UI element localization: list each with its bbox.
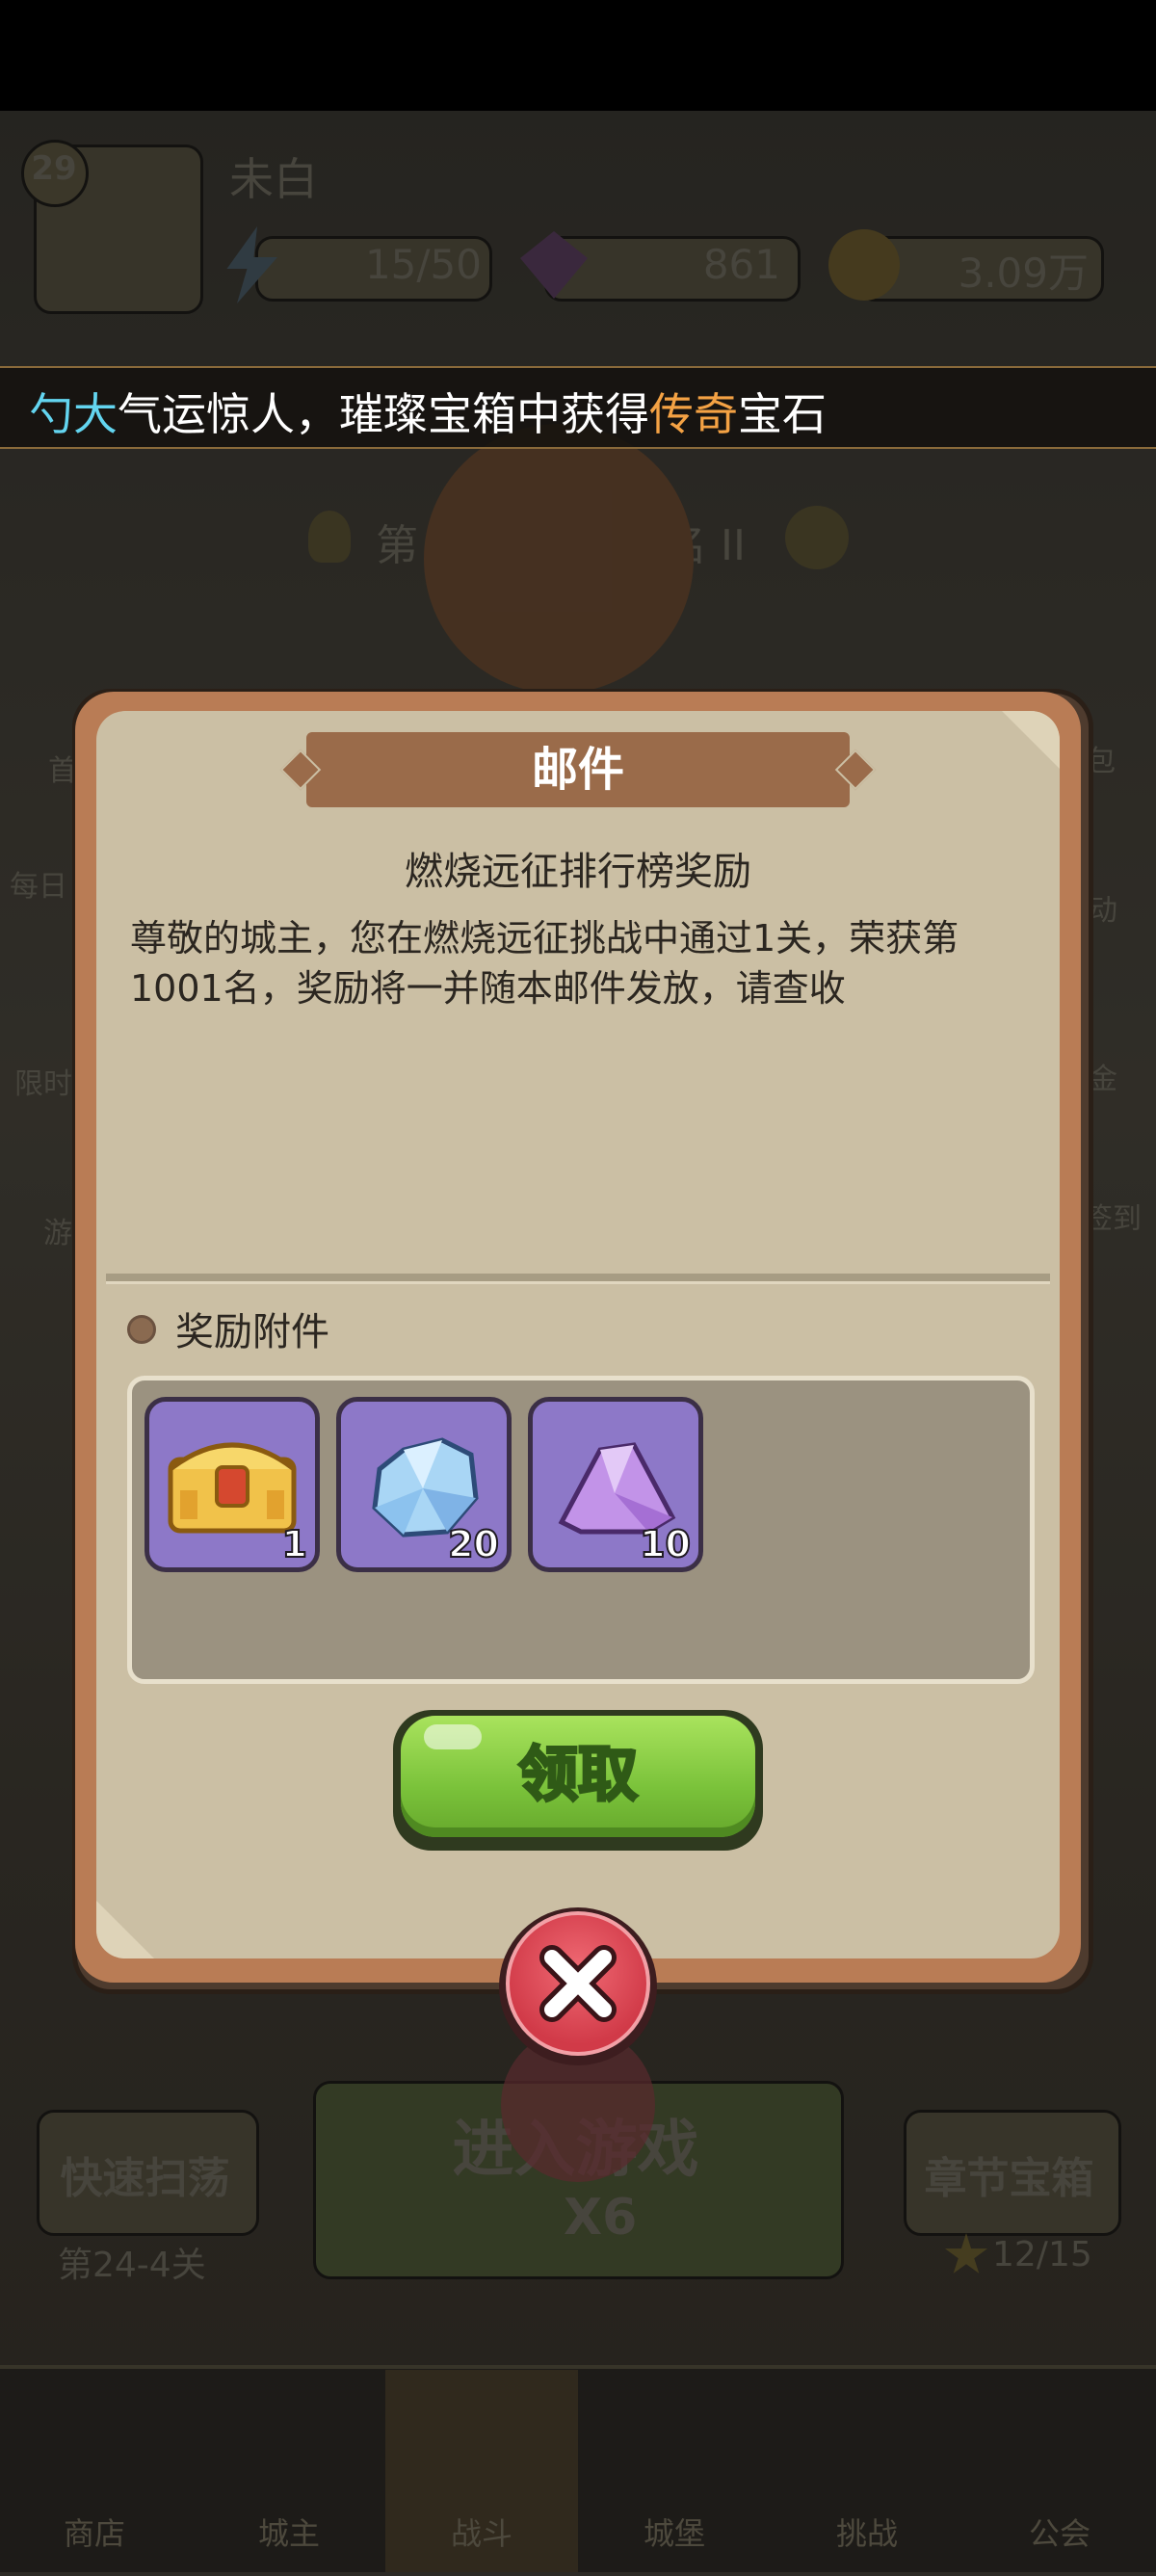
marquee-highlight-a: 大 [73, 388, 118, 440]
reward-item-gem[interactable]: 10 [528, 1397, 703, 1572]
reward-item-chest[interactable]: 1 [144, 1397, 320, 1572]
divider [106, 1274, 1050, 1284]
dialog-title: 邮件 [531, 743, 624, 797]
marquee-suffix: 宝石 [738, 388, 827, 440]
marquee-highlight-b: 传奇 [649, 388, 738, 440]
claim-button-label[interactable]: 领取 [393, 1717, 763, 1832]
mail-body: 尊敬的城主，您在燃烧远征挑战中通过1关，荣获第1001名，奖励将一并随本邮件发放… [130, 917, 959, 1010]
close-button-face[interactable] [506, 1911, 650, 2056]
marquee-text: 勺大气运惊人，璀璨宝箱中获得传奇宝石 [29, 380, 827, 443]
marquee-mid: 气运惊人，璀璨宝箱中获得 [118, 388, 649, 440]
marquee-prefix: 勺 [29, 388, 73, 440]
broadcast-marquee: 勺大气运惊人，璀璨宝箱中获得传奇宝石 [0, 366, 1156, 449]
close-x-icon [539, 1945, 617, 2022]
item-quantity: 10 [639, 1522, 692, 1566]
mail-subject: 燃烧远征排行榜奖励 [405, 850, 751, 894]
bullet-dot-icon [127, 1315, 156, 1344]
item-quantity: 20 [447, 1522, 500, 1566]
reward-item-crystal[interactable]: 20 [336, 1397, 512, 1572]
attachments-label: 奖励附件 [175, 1310, 329, 1354]
item-quantity: 1 [281, 1522, 308, 1566]
status-bar [0, 0, 1156, 111]
